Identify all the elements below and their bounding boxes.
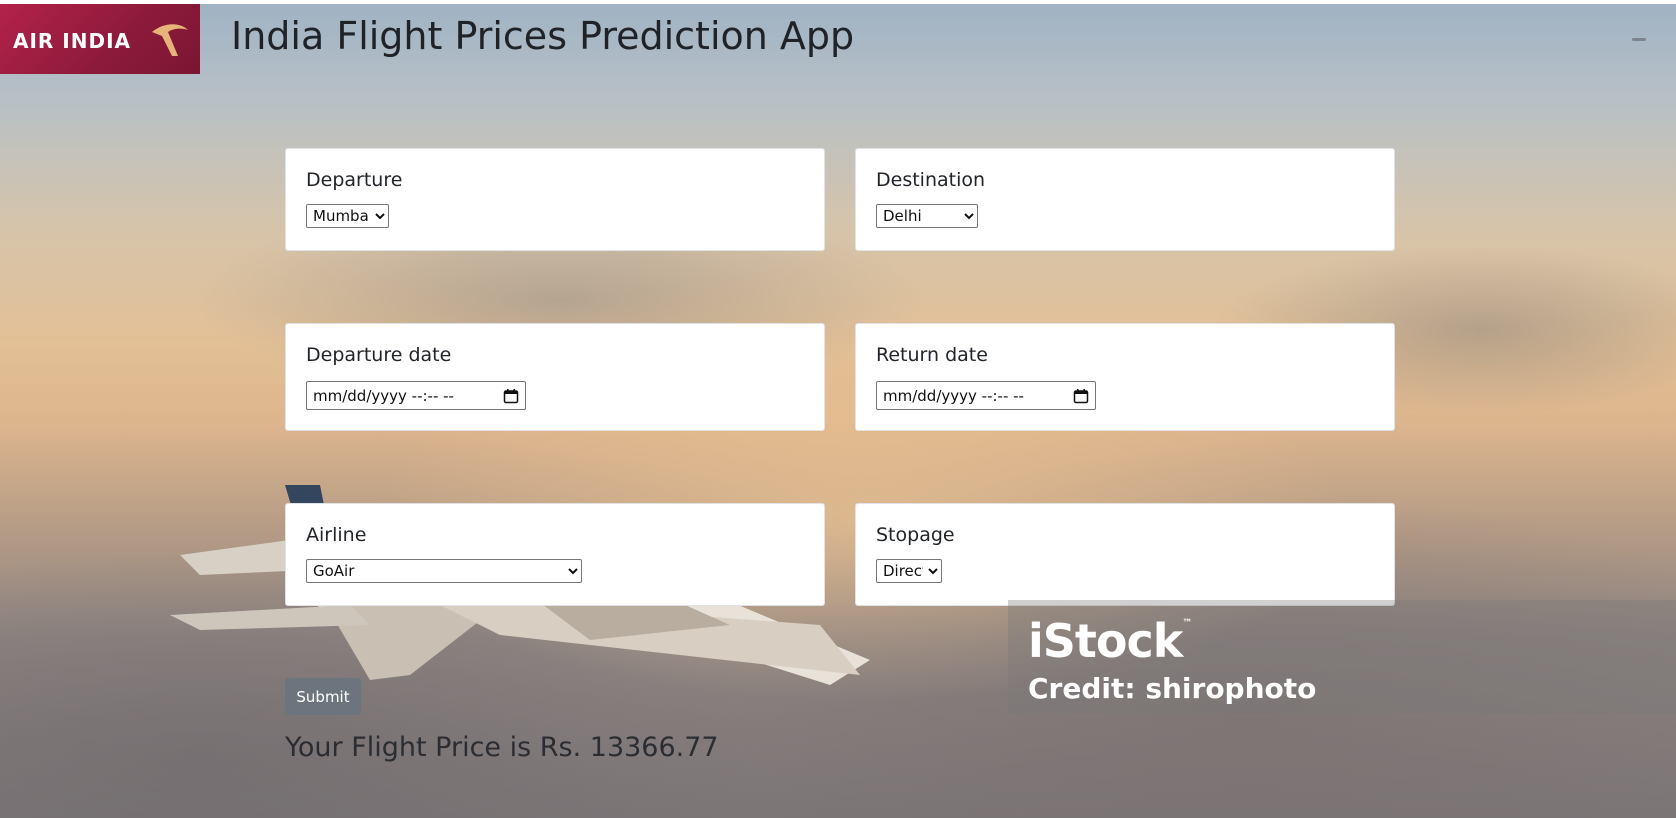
- istock-tm: ™: [1182, 618, 1192, 629]
- airline-select[interactable]: GoAir: [306, 559, 582, 583]
- istock-watermark: iStock™ Credit: shirophoto: [1008, 600, 1676, 714]
- top-border: [0, 0, 1676, 4]
- logo-text: AIR INDIA: [13, 29, 131, 53]
- departure-date-value: mm/dd/yyyy --:-- --: [313, 386, 454, 405]
- return-date-input[interactable]: mm/dd/yyyy --:-- --: [876, 381, 1096, 410]
- destination-select[interactable]: Delhi: [876, 204, 978, 228]
- istock-logo: iStock™: [1028, 614, 1192, 668]
- istock-brand: iStock: [1028, 614, 1183, 668]
- istock-credit: Credit: shirophoto: [1028, 672, 1317, 705]
- airline-card: Airline GoAir: [285, 503, 825, 606]
- departure-select[interactable]: Mumbai: [306, 204, 389, 228]
- return-date-value: mm/dd/yyyy --:-- --: [883, 386, 1024, 405]
- departure-card: Departure Mumbai: [285, 148, 825, 251]
- stopage-select[interactable]: Direct: [876, 559, 942, 583]
- calendar-icon[interactable]: [503, 388, 519, 404]
- air-india-logo: AIR INDIA: [0, 4, 200, 74]
- departure-date-input[interactable]: mm/dd/yyyy --:-- --: [306, 381, 526, 410]
- price-result: Your Flight Price is Rs. 13366.77: [285, 732, 719, 763]
- destination-label: Destination: [876, 169, 986, 191]
- departure-date-card: Departure date mm/dd/yyyy --:-- --: [285, 323, 825, 431]
- stopage-label: Stopage: [876, 524, 955, 546]
- destination-card: Destination Delhi: [855, 148, 1395, 251]
- return-date-label: Return date: [876, 344, 988, 366]
- page-title: India Flight Prices Prediction App: [231, 14, 855, 58]
- departure-date-label: Departure date: [306, 344, 452, 366]
- page-background: AIR INDIA India Flight Prices Prediction…: [0, 0, 1676, 818]
- return-date-card: Return date mm/dd/yyyy --:-- --: [855, 323, 1395, 431]
- stopage-card: Stopage Direct: [855, 503, 1395, 606]
- calendar-icon[interactable]: [1073, 388, 1089, 404]
- submit-button[interactable]: Submit: [285, 678, 361, 715]
- corner-mark: [1632, 38, 1646, 41]
- logo-swoosh-icon: [152, 24, 188, 56]
- airline-label: Airline: [306, 524, 367, 546]
- departure-label: Departure: [306, 169, 403, 191]
